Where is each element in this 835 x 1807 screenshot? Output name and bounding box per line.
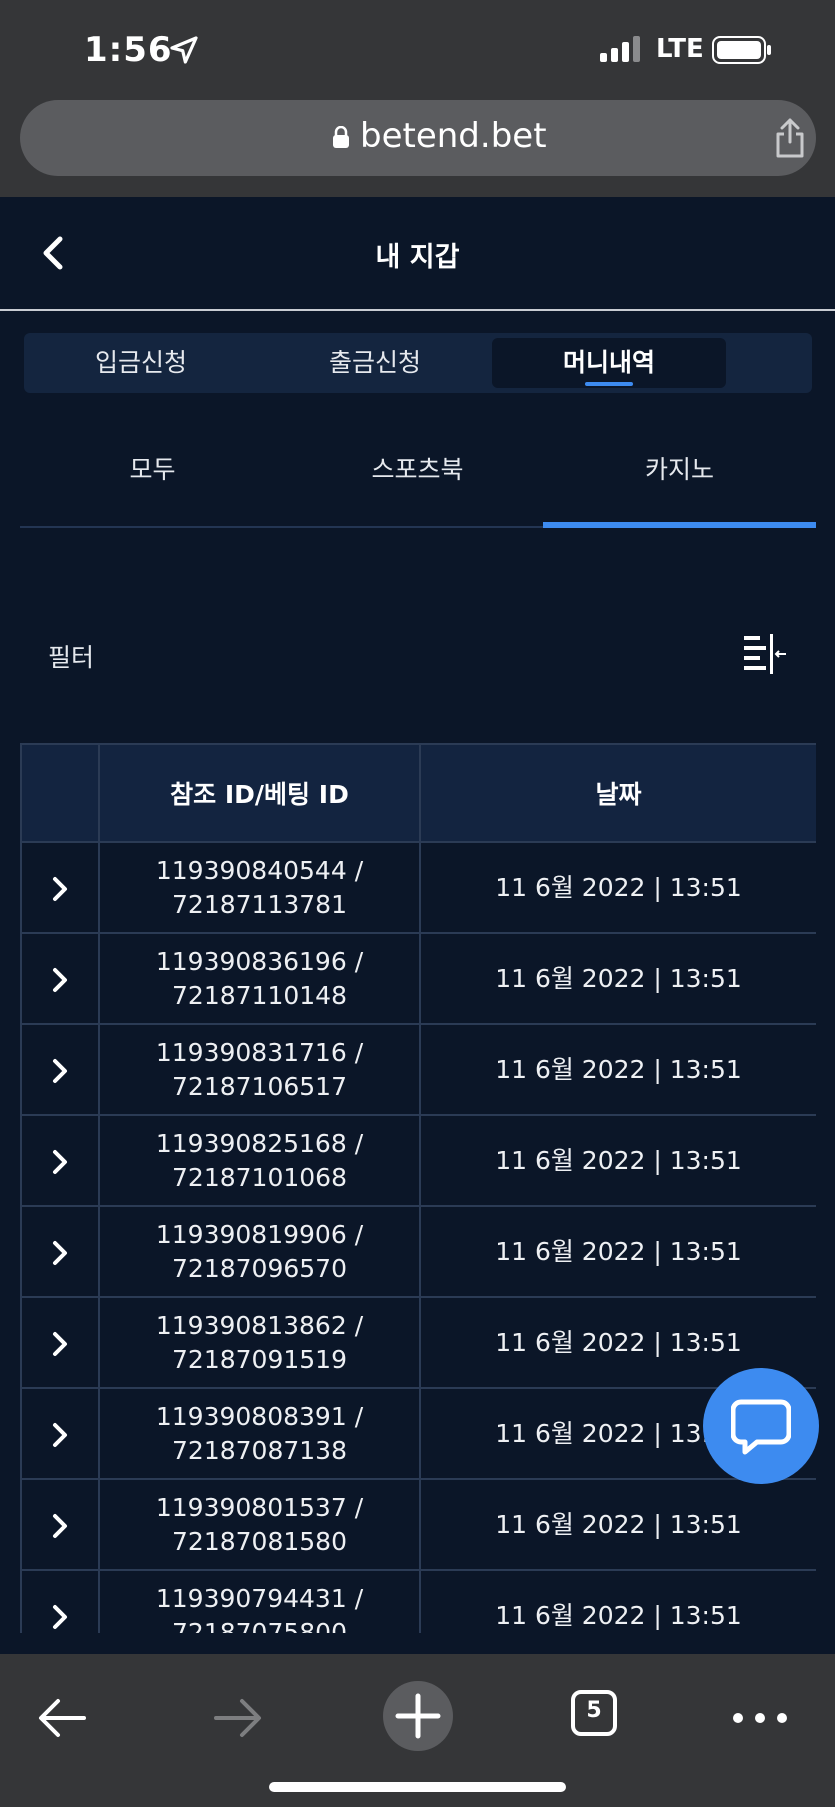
ref-id: 119390794431 / [155, 1583, 364, 1613]
app-header: 내 지갑 [0, 197, 835, 311]
browser-address-area: betend.bet [0, 92, 835, 197]
forward-arrow-icon[interactable] [212, 1688, 264, 1748]
date-cell: 11 6월 2022 | 13:51 [419, 932, 816, 1025]
ref-id: 119390819906 / [155, 1219, 364, 1249]
history-table-container[interactable]: 참조 ID/베팅 ID 날짜 119390840544 / 72187113781… [20, 743, 816, 1633]
table-row[interactable]: 119390813862 /72187091519 11 6월 2022 | 1… [20, 1296, 816, 1389]
wallet-segment-tabs: 입금신청 출금신청 머니내역 [24, 333, 812, 393]
table-row[interactable]: 119390840544 / 72187113781 11 6월 2022 | 1… [20, 841, 816, 934]
filter-label[interactable]: 필터 [48, 638, 94, 674]
table-row[interactable]: 119390819906 / 72187096570 11 6월 2022 | 1… [20, 1205, 816, 1298]
ref-id: 119390836196 / [155, 946, 364, 976]
date-cell: 11 6월 2022 | 13:51 [419, 1023, 816, 1116]
new-tab-plus-icon[interactable] [382, 1680, 454, 1752]
bet-id: 72187075800 [172, 1617, 347, 1634]
home-indicator [269, 1782, 566, 1792]
header-date: 날짜 [419, 743, 816, 843]
expand-chevron-icon[interactable] [50, 1603, 70, 1631]
share-icon[interactable] [772, 118, 808, 158]
expand-chevron-icon[interactable] [50, 1512, 70, 1540]
expand-chevron-icon[interactable] [50, 1239, 70, 1267]
expand-chevron-icon[interactable] [50, 966, 70, 994]
live-chat-button[interactable] [703, 1368, 819, 1484]
lock-icon [333, 126, 349, 148]
expand-chevron-icon[interactable] [50, 1057, 70, 1085]
ref-bet-id-cell: 119390808391 / 72187087138 [98, 1387, 421, 1480]
bet-id: 72187096570 [172, 1253, 347, 1283]
bet-id: 72187106517 [172, 1071, 347, 1101]
date-cell: 11 6월 2022 | 13:51 [419, 1205, 816, 1298]
ref-bet-id-cell: 119390836196 / 72187110148 [98, 932, 421, 1025]
bet-id: 72187113781 [172, 889, 347, 919]
signal-icon [600, 36, 640, 62]
ref-id: 119390825168 / [155, 1128, 364, 1158]
ref-bet-id-cell: 119390825168 / 72187101068 [98, 1114, 421, 1207]
bet-id: 72187087138 [172, 1435, 347, 1465]
ref-bet-id-cell: 119390819906 / 72187096570 [98, 1205, 421, 1298]
table-row[interactable]: 119390831716 / 72187106517 11 6월 2022 | 1… [20, 1023, 816, 1116]
header-expand [20, 743, 100, 843]
table-header-row: 참조 ID/베팅 ID 날짜 [20, 743, 816, 843]
tab-withdraw-request[interactable]: 출금신청 [258, 333, 492, 393]
tab-money-history-label: 머니내역 [562, 348, 655, 377]
expand-chevron-icon[interactable] [50, 1148, 70, 1176]
date-cell: 11 6월 2022 | 13:51 [419, 841, 816, 934]
ref-bet-id-cell: 119390794431 / 72187075800 [98, 1569, 421, 1634]
date-cell: 11 6월 2022 | 13:51 [419, 1569, 816, 1633]
ref-id: 119390813862 / [155, 1310, 364, 1340]
bet-id: 72187081580 [172, 1526, 347, 1556]
tab-all[interactable]: 모두 [20, 430, 285, 526]
active-tab-indicator [585, 382, 633, 386]
more-dots-icon[interactable] [730, 1688, 790, 1748]
network-type: LTE [656, 34, 704, 64]
table-row[interactable]: 119390836196 / 72187110148 11 6월 2022 | 1… [20, 932, 816, 1025]
tab-casino[interactable]: 카지노 [543, 430, 816, 528]
tab-count: 5 [586, 1698, 602, 1723]
table-row[interactable]: 119390808391 /72187087138 11 6월 2022 | 1… [20, 1387, 816, 1480]
page-title: 내 지갑 [375, 242, 460, 273]
table-row[interactable]: 119390825168 / 72187101068 11 6월 2022 | 1… [20, 1114, 816, 1207]
tabs-button[interactable]: 5 [570, 1689, 618, 1737]
ref-id: 119390808391 / [155, 1401, 364, 1431]
browser-toolbar: 5 [0, 1654, 835, 1807]
status-time: 1:56 [84, 30, 173, 70]
bet-id: 72187091519 [172, 1344, 347, 1374]
ref-bet-id-cell: 119390801537 / 72187081580 [98, 1478, 421, 1571]
date-cell: 11 6월 2022 | 13:51 [419, 1114, 816, 1207]
ref-id: 119390831716 / [155, 1037, 364, 1067]
status-bar: 1:56 LTE [0, 0, 835, 92]
expand-chevron-icon[interactable] [50, 1330, 70, 1358]
tab-sportsbook[interactable]: 스포츠북 [285, 430, 550, 526]
table-row[interactable]: 119390801537 / 72187081580 11 6월 2022 | 1… [20, 1478, 816, 1571]
bet-id: 72187101068 [172, 1162, 347, 1192]
filter-columns-icon[interactable] [742, 634, 786, 674]
ref-bet-id-cell: 119390831716 / 72187106517 [98, 1023, 421, 1116]
ref-id: 119390801537 / [155, 1492, 364, 1522]
location-arrow-icon [170, 36, 198, 64]
screen: 1:56 LTE betend.bet 내 지갑 입금신청 출금신청 머니내역 … [0, 0, 835, 1807]
chat-bubble-icon [731, 1399, 791, 1455]
tab-deposit-request[interactable]: 입금신청 [24, 333, 258, 393]
tab-money-history[interactable]: 머니내역 [492, 338, 726, 388]
ref-bet-id-cell: 119390840544 / 72187113781 [98, 841, 421, 934]
history-table: 참조 ID/베팅 ID 날짜 119390840544 / 72187113781… [20, 743, 816, 1633]
expand-chevron-icon[interactable] [50, 1421, 70, 1449]
battery-icon [712, 36, 771, 64]
header-ref-bet-id: 참조 ID/베팅 ID [98, 743, 421, 843]
table-row[interactable]: 119390794431 / 72187075800 11 6월 2022 | 1… [20, 1569, 816, 1634]
back-arrow-icon[interactable] [36, 1688, 88, 1748]
bet-id: 72187110148 [172, 980, 347, 1010]
date-cell: 11 6월 2022 | 13:51 [419, 1478, 816, 1571]
ref-bet-id-cell: 119390813862 / 72187091519 [98, 1296, 421, 1389]
url-text: betend.bet [360, 116, 547, 156]
address-bar[interactable]: betend.bet [20, 100, 816, 176]
expand-chevron-icon[interactable] [50, 875, 70, 903]
ref-id: 119390840544 / [155, 855, 364, 885]
category-tabs: 모두 스포츠북 카지노 [20, 430, 816, 528]
